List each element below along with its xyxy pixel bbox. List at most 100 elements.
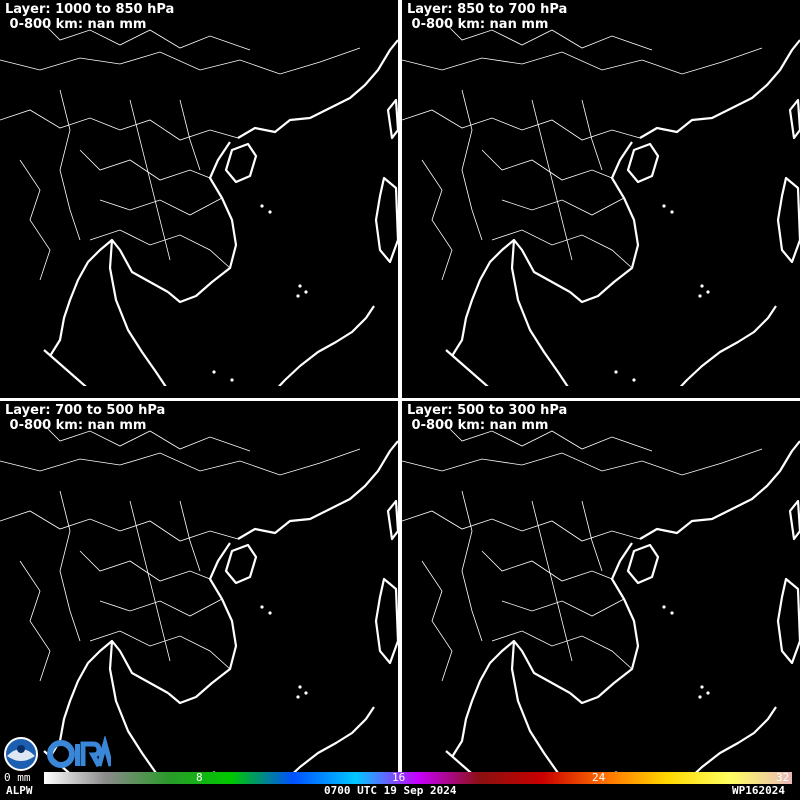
political-border bbox=[59, 490, 81, 642]
small-island bbox=[614, 370, 618, 374]
noaa-logo bbox=[4, 737, 38, 771]
colorbar-tick: 16 bbox=[392, 771, 406, 784]
coastline bbox=[167, 542, 238, 705]
political-border bbox=[99, 598, 223, 617]
small-island bbox=[662, 204, 666, 208]
small-island bbox=[298, 284, 302, 288]
coastline bbox=[224, 142, 258, 184]
coastline bbox=[639, 440, 800, 540]
small-island bbox=[268, 210, 272, 214]
coastline bbox=[788, 98, 800, 140]
coastline bbox=[43, 349, 87, 386]
coastline bbox=[277, 305, 375, 386]
political-border bbox=[501, 197, 625, 216]
coastline bbox=[167, 141, 238, 304]
small-island bbox=[706, 290, 710, 294]
small-island bbox=[670, 210, 674, 214]
coastline bbox=[510, 238, 571, 386]
map-coastlines bbox=[402, 420, 800, 787]
panel-layer-1000-850: Layer: 1000 to 850 hPa 0-800 km: nan mm bbox=[0, 0, 398, 386]
small-island bbox=[700, 284, 704, 288]
coastline bbox=[386, 499, 398, 541]
political-border bbox=[531, 500, 573, 662]
small-island bbox=[296, 294, 300, 298]
colorbar-zero-label: 0 mm bbox=[4, 771, 31, 784]
small-island bbox=[260, 605, 264, 609]
storm-id: WP162024 bbox=[732, 784, 785, 797]
small-island bbox=[304, 691, 308, 695]
panel-stat-text: 0-800 km: nan mm bbox=[9, 17, 147, 32]
logos bbox=[4, 736, 111, 771]
coastline bbox=[776, 577, 800, 665]
coastline bbox=[374, 176, 398, 264]
small-island bbox=[298, 685, 302, 689]
panel-stat-text: 0-800 km: nan mm bbox=[411, 17, 549, 32]
panel-layer-850-700: Layer: 850 to 700 hPa 0-800 km: nan mm bbox=[402, 0, 800, 386]
political-border bbox=[0, 510, 239, 542]
coastline bbox=[386, 98, 398, 140]
coastline bbox=[788, 499, 800, 541]
panel-layer-text: Layer: 500 to 300 hPa bbox=[407, 403, 568, 418]
panel-layer-700-500: Layer: 700 to 500 hPa 0-800 km: nan mm bbox=[0, 401, 398, 787]
panel-stat-text: 0-800 km: nan mm bbox=[9, 418, 147, 433]
political-border bbox=[581, 99, 603, 171]
small-island bbox=[698, 695, 702, 699]
small-island bbox=[670, 611, 674, 615]
coastline bbox=[224, 543, 258, 585]
political-border bbox=[461, 490, 483, 642]
political-border bbox=[129, 500, 171, 662]
political-border bbox=[59, 89, 81, 241]
panel-label: Layer: 500 to 300 hPa 0-800 km: nan mm bbox=[407, 403, 567, 433]
coastline bbox=[451, 640, 515, 758]
colorbar-tick: 24 bbox=[592, 771, 606, 784]
map-coastlines bbox=[402, 19, 800, 386]
small-island bbox=[698, 294, 702, 298]
political-border bbox=[402, 109, 641, 141]
political-border bbox=[481, 149, 613, 181]
panel-divider-horizontal bbox=[0, 398, 800, 401]
political-border bbox=[129, 99, 171, 261]
panel-label: Layer: 850 to 700 hPa 0-800 km: nan mm bbox=[407, 2, 567, 32]
colorbar-tick: 8 bbox=[196, 771, 203, 784]
map-coastlines bbox=[0, 420, 398, 787]
panel-layer-500-300: Layer: 500 to 300 hPa 0-800 km: nan mm bbox=[402, 401, 800, 787]
coastline bbox=[108, 238, 169, 386]
political-border bbox=[421, 159, 453, 281]
colorbar-tick: 32 bbox=[776, 771, 790, 784]
small-island bbox=[212, 370, 216, 374]
colorbar-gradient bbox=[44, 772, 792, 784]
coastline bbox=[49, 239, 113, 357]
panel-stat-text: 0-800 km: nan mm bbox=[411, 418, 549, 433]
small-island bbox=[230, 378, 234, 382]
political-border bbox=[501, 598, 625, 617]
small-island bbox=[632, 378, 636, 382]
coastline bbox=[237, 440, 398, 540]
political-border bbox=[581, 500, 603, 572]
coastline bbox=[108, 639, 169, 787]
political-border bbox=[402, 510, 641, 542]
political-border bbox=[481, 550, 613, 582]
coastline bbox=[237, 39, 398, 139]
coastline bbox=[639, 39, 800, 139]
coastline bbox=[679, 305, 777, 386]
political-border bbox=[461, 89, 483, 241]
coastline bbox=[445, 349, 489, 386]
small-island bbox=[268, 611, 272, 615]
political-border bbox=[79, 149, 211, 181]
political-border bbox=[99, 197, 223, 216]
alpw-figure: Layer: 1000 to 850 hPa 0-800 km: nan mm … bbox=[0, 0, 800, 800]
map-coastlines bbox=[0, 19, 398, 386]
panel-label: Layer: 700 to 500 hPa 0-800 km: nan mm bbox=[5, 403, 165, 433]
political-border bbox=[179, 500, 201, 572]
political-border bbox=[0, 47, 361, 75]
political-border bbox=[19, 159, 51, 281]
small-island bbox=[662, 605, 666, 609]
coastline bbox=[569, 542, 640, 705]
cira-logo bbox=[47, 736, 111, 768]
coastline bbox=[626, 142, 660, 184]
valid-time: 0700 UTC 19 Sep 2024 bbox=[324, 784, 457, 797]
small-island bbox=[260, 204, 264, 208]
political-border bbox=[0, 109, 239, 141]
coastline bbox=[374, 577, 398, 665]
colorbar: 0 mm 8 16 24 32 ALPW 0700 UTC 19 Sep 202… bbox=[0, 772, 800, 800]
